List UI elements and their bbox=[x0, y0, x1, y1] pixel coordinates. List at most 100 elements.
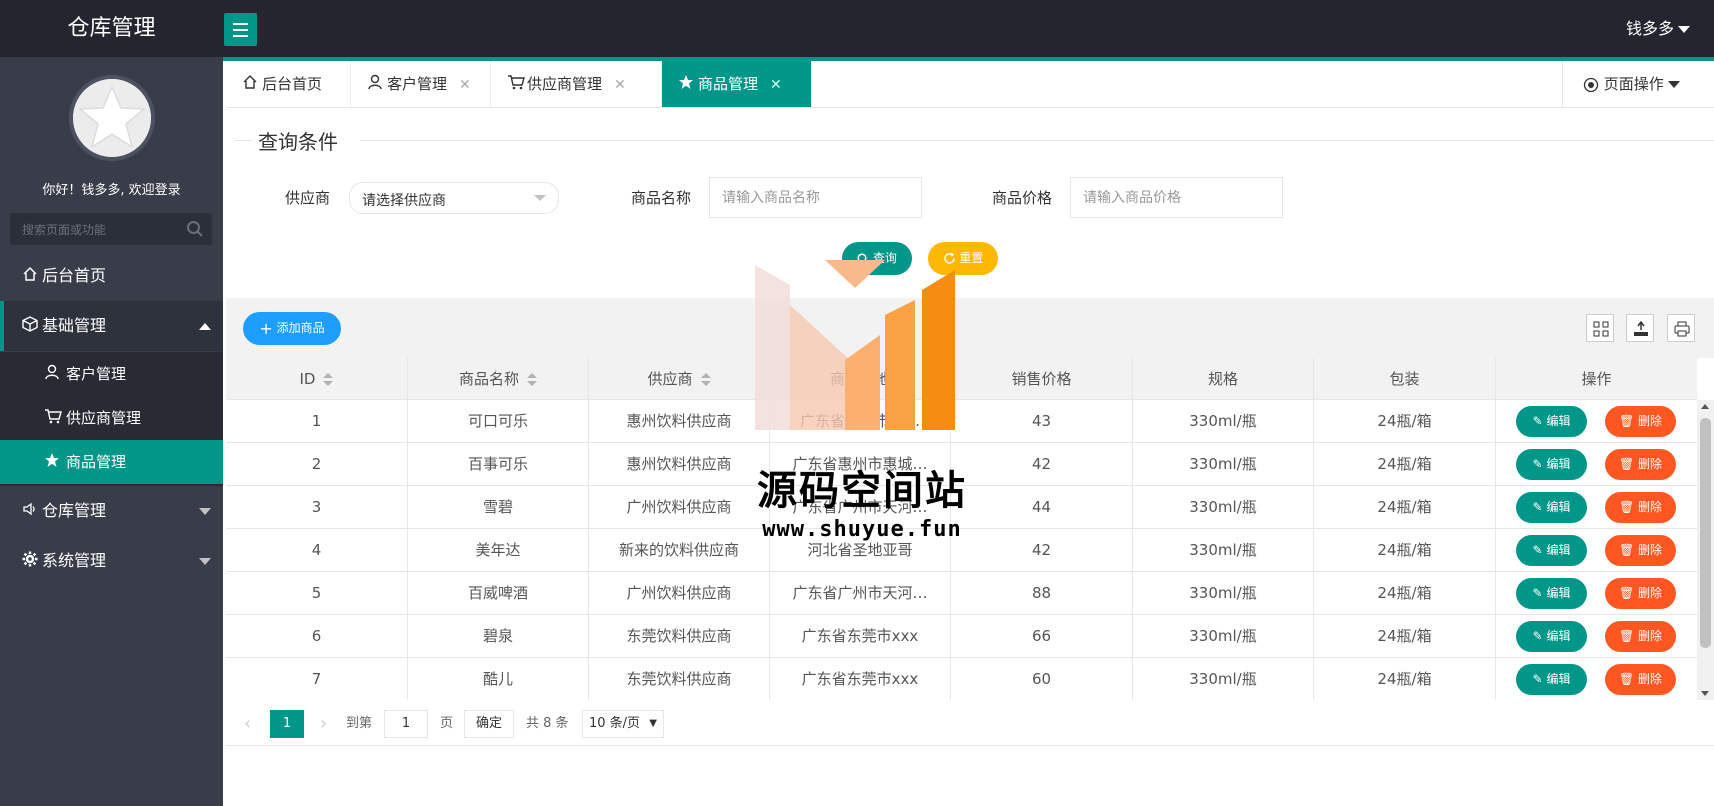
star-icon bbox=[678, 62, 698, 108]
cell-id: 3 bbox=[226, 486, 408, 529]
cell-name: 百事可乐 bbox=[408, 443, 589, 486]
cell-pack: 24瓶/箱 bbox=[1314, 572, 1496, 615]
next-page-icon[interactable]: › bbox=[320, 710, 327, 738]
cell-name: 百威啤酒 bbox=[408, 572, 589, 615]
tab-home[interactable]: 后台首页 bbox=[226, 61, 351, 107]
delete-button[interactable]: 🗑 删除 bbox=[1605, 664, 1676, 695]
product-name-input[interactable] bbox=[709, 177, 922, 218]
supplier-label: 供应商 bbox=[285, 189, 331, 207]
prev-page-icon[interactable]: ‹ bbox=[244, 710, 251, 738]
sidebar-item-suppliers[interactable]: 供应商管理 bbox=[0, 396, 223, 440]
cell-id: 5 bbox=[226, 572, 408, 615]
app-logo[interactable]: 仓库管理 bbox=[0, 0, 223, 57]
delete-button[interactable]: 🗑 删除 bbox=[1605, 621, 1676, 652]
sidebar-item-products[interactable]: 商品管理 bbox=[0, 440, 223, 484]
table-row[interactable]: 5 百威啤酒 广州饮料供应商 广东省广州市天河… 88 330ml/瓶 24瓶/箱 ✎ 编辑 🗑… bbox=[226, 572, 1697, 615]
add-product-button[interactable]: + 添加商品 bbox=[243, 312, 341, 345]
edit-button[interactable]: ✎ 编辑 bbox=[1516, 664, 1587, 695]
tab-label: 商品管理 bbox=[698, 75, 759, 93]
column-header-id[interactable]: ID bbox=[226, 358, 408, 400]
table-scrollbar[interactable] bbox=[1697, 400, 1714, 700]
chevron-down-icon bbox=[199, 508, 211, 515]
column-header-name[interactable]: 商品名称 bbox=[408, 358, 589, 400]
sidebar-item-warehouse[interactable]: 仓库管理 bbox=[0, 486, 223, 536]
tab-customers[interactable]: 客户管理 ✕ bbox=[351, 61, 491, 107]
delete-button[interactable]: 🗑 删除 bbox=[1605, 449, 1676, 480]
page-size-select[interactable]: 10 条/页 ▼ bbox=[582, 710, 664, 738]
search-icon[interactable] bbox=[186, 220, 204, 238]
sidebar-item-customers[interactable]: 客户管理 bbox=[0, 352, 223, 396]
sidebar-item-basic[interactable]: 基础管理 bbox=[0, 301, 223, 351]
table-row[interactable]: 7 酷儿 东莞饮料供应商 广东省东莞市xxx 60 330ml/瓶 24瓶/箱 ✎ 编辑 🗑 删… bbox=[226, 658, 1697, 700]
delete-button[interactable]: 🗑 删除 bbox=[1605, 406, 1676, 437]
goto-confirm-button[interactable]: 确定 bbox=[464, 710, 514, 738]
page-button-current[interactable]: 1 bbox=[270, 710, 304, 738]
chevron-down-icon bbox=[1667, 81, 1680, 88]
sidebar-search-input[interactable]: 搜索页面或功能 bbox=[10, 213, 212, 245]
delete-button[interactable]: 🗑 删除 bbox=[1605, 492, 1676, 523]
column-header-label: 包装 bbox=[1389, 370, 1420, 388]
delete-button[interactable]: 🗑 删除 bbox=[1605, 578, 1676, 609]
sort-icon[interactable] bbox=[527, 372, 537, 387]
sort-icon[interactable] bbox=[323, 372, 334, 387]
close-icon[interactable]: ✕ bbox=[614, 77, 626, 93]
edit-button[interactable]: ✎ 编辑 bbox=[1516, 578, 1587, 609]
column-filter-button[interactable] bbox=[1586, 314, 1614, 342]
cell-spec: 330ml/瓶 bbox=[1133, 486, 1314, 529]
page-operations-menu[interactable]: 页面操作 bbox=[1562, 61, 1714, 107]
edit-button[interactable]: ✎ 编辑 bbox=[1516, 621, 1587, 652]
gear-icon bbox=[22, 537, 42, 587]
cell-spec: 330ml/瓶 bbox=[1133, 443, 1314, 486]
cell-spec: 330ml/瓶 bbox=[1133, 615, 1314, 658]
goto-page-input[interactable]: 1 bbox=[384, 710, 428, 738]
cell-id: 4 bbox=[226, 529, 408, 572]
product-price-input[interactable] bbox=[1070, 177, 1283, 218]
close-icon[interactable]: ✕ bbox=[770, 77, 782, 93]
cell-price: 60 bbox=[951, 658, 1133, 700]
scroll-down-icon[interactable] bbox=[1701, 691, 1709, 696]
sidebar-item-home[interactable]: 后台首页 bbox=[0, 251, 223, 301]
edit-button-label: 编辑 bbox=[1546, 500, 1571, 514]
close-icon[interactable]: ✕ bbox=[459, 77, 471, 93]
page-unit-label: 页 bbox=[440, 716, 454, 731]
delete-button-label: 删除 bbox=[1638, 457, 1663, 471]
column-header-supplier[interactable]: 供应商 bbox=[589, 358, 770, 400]
trash-icon: 🗑 bbox=[1618, 629, 1635, 643]
pencil-icon: ✎ bbox=[1532, 414, 1543, 428]
delete-button[interactable]: 🗑 删除 bbox=[1605, 535, 1676, 566]
scroll-up-icon[interactable] bbox=[1701, 404, 1709, 409]
cell-id: 1 bbox=[226, 400, 408, 443]
column-header-label: ID bbox=[299, 370, 316, 388]
cart-icon bbox=[44, 397, 66, 441]
grid-icon bbox=[1593, 321, 1609, 337]
cell-price: 66 bbox=[951, 615, 1133, 658]
export-button[interactable] bbox=[1626, 314, 1654, 342]
menu-toggle-button[interactable] bbox=[224, 13, 257, 46]
user-menu[interactable]: 钱多多 bbox=[1626, 0, 1690, 57]
delete-button-label: 删除 bbox=[1638, 672, 1663, 686]
page-size-value: 10 条/页 bbox=[589, 716, 641, 731]
tab-products[interactable]: 商品管理 ✕ bbox=[662, 61, 812, 107]
tab-suppliers[interactable]: 供应商管理 ✕ bbox=[491, 61, 662, 107]
edit-button[interactable]: ✎ 编辑 bbox=[1516, 449, 1587, 480]
trash-icon: 🗑 bbox=[1618, 457, 1635, 471]
column-header-spec: 规格 bbox=[1133, 358, 1314, 400]
edit-button-label: 编辑 bbox=[1546, 629, 1571, 643]
sidebar-item-system[interactable]: 系统管理 bbox=[0, 536, 223, 586]
star-icon bbox=[44, 441, 66, 485]
column-header-pack: 包装 bbox=[1314, 358, 1496, 400]
scrollbar-thumb[interactable] bbox=[1700, 418, 1711, 648]
cell-pack: 24瓶/箱 bbox=[1314, 443, 1496, 486]
user-name: 钱多多 bbox=[1625, 19, 1674, 38]
supplier-select[interactable]: 请选择供应商 bbox=[349, 182, 559, 214]
export-icon bbox=[1634, 321, 1648, 336]
edit-button[interactable]: ✎ 编辑 bbox=[1516, 535, 1587, 566]
edit-button[interactable]: ✎ 编辑 bbox=[1516, 406, 1587, 437]
sort-icon[interactable] bbox=[700, 372, 711, 387]
print-button[interactable] bbox=[1667, 314, 1695, 342]
table-row[interactable]: 6 碧泉 东莞饮料供应商 广东省东莞市xxx 66 330ml/瓶 24瓶/箱 ✎ 编辑 🗑 删… bbox=[226, 615, 1697, 658]
cell-id: 7 bbox=[226, 658, 408, 700]
sidebar-item-label: 商品管理 bbox=[66, 453, 127, 471]
edit-button[interactable]: ✎ 编辑 bbox=[1516, 492, 1587, 523]
cell-name: 雪碧 bbox=[408, 486, 589, 529]
